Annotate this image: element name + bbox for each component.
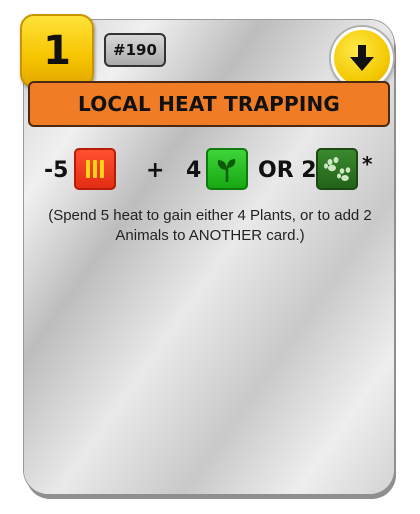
down-arrow-icon [350, 45, 374, 71]
cost-badge: 1 [20, 14, 94, 88]
card-title-bar: LOCAL HEAT TRAPPING [28, 81, 390, 127]
effect-row: -5 + 4 OR 2 * [44, 148, 384, 194]
heat-resource-icon [74, 148, 116, 190]
plus-sign: + [146, 158, 165, 183]
event-tag-badge [331, 27, 393, 89]
asterisk: * [362, 152, 373, 176]
or-text: OR 2 [258, 158, 317, 183]
animal-resource-icon [316, 148, 358, 190]
card-number-tag: #190 [104, 33, 166, 67]
heat-amount: -5 [44, 158, 69, 183]
cost-value: 1 [43, 28, 71, 74]
card-number: #190 [113, 41, 157, 59]
plant-resource-icon [206, 148, 248, 190]
plant-amount: 4 [186, 158, 202, 183]
card-description: (Spend 5 heat to gain either 4 Plants, o… [48, 207, 372, 244]
card-title: LOCAL HEAT TRAPPING [77, 92, 341, 116]
